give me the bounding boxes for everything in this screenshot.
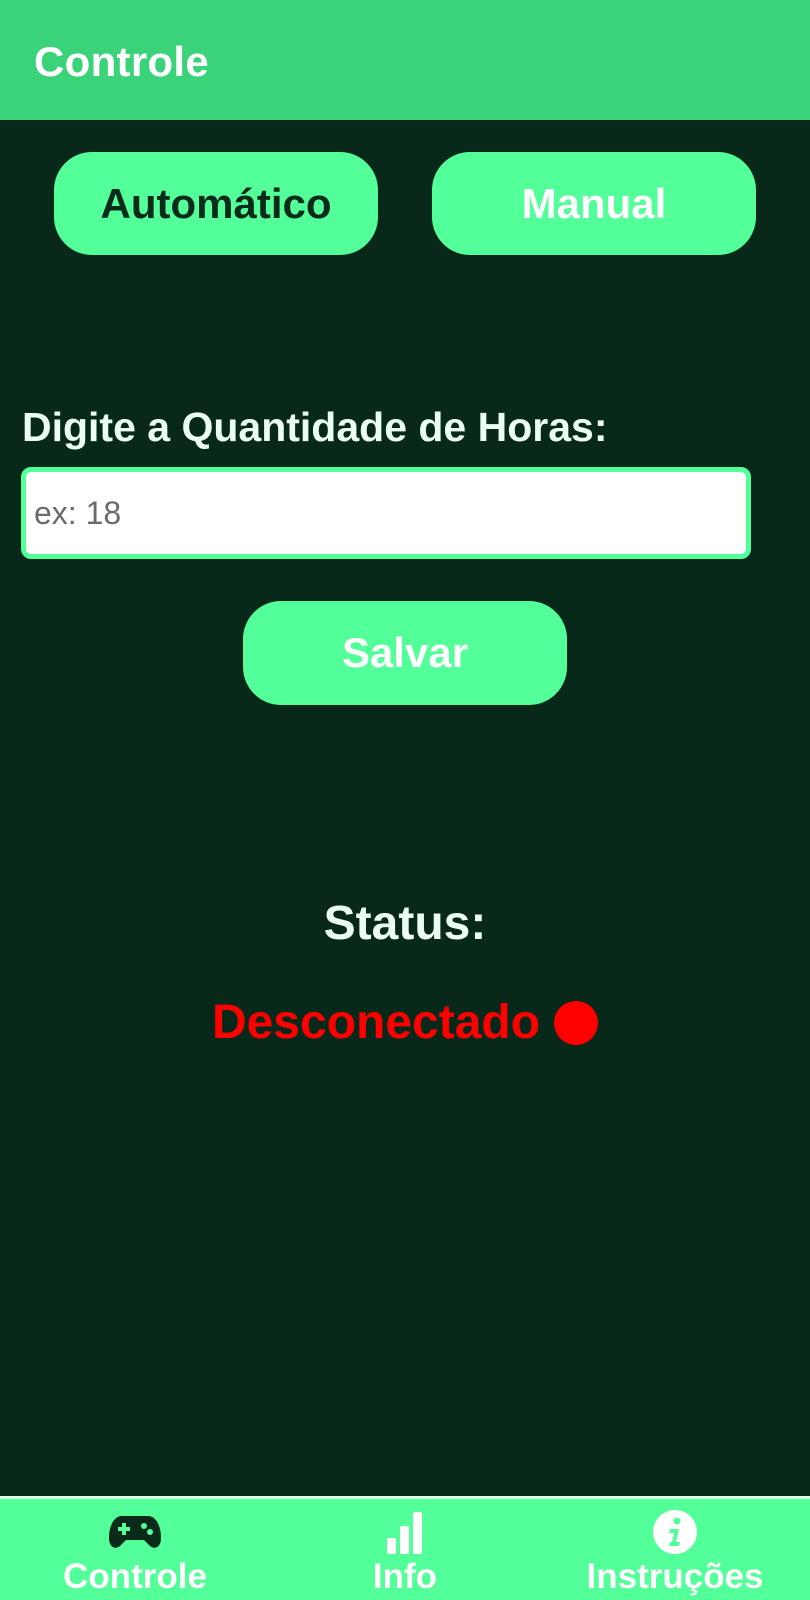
nav-item-info[interactable]: Info [270,1499,540,1600]
automatic-mode-button[interactable]: Automático [54,152,378,255]
nav-label-controle: Controle [63,1557,207,1596]
info-icon [648,1509,702,1555]
hours-input-container [21,467,751,559]
bottom-navigation: Controle Info Instruções [0,1496,810,1600]
status-indicator: Desconectado [0,995,810,1050]
hours-label: Digite a Quantidade de Horas: [22,404,608,450]
hours-input[interactable] [26,472,746,554]
app-bar: Controle [0,0,810,120]
app-screen: Controle Automático Manual Digite a Quan… [0,0,810,1600]
nav-label-instrucoes: Instruções [586,1557,764,1596]
manual-mode-button[interactable]: Manual [432,152,756,255]
nav-item-instrucoes[interactable]: Instruções [540,1499,810,1600]
bar-chart-icon [378,1509,432,1555]
status-label: Status: [323,897,487,950]
gamepad-icon [108,1509,162,1555]
nav-label-info: Info [372,1557,438,1596]
save-button[interactable]: Salvar [243,601,567,705]
status-dot-icon [554,1000,599,1045]
status-value: Desconectado [211,996,541,1049]
nav-item-controle[interactable]: Controle [0,1499,270,1600]
page-title: Controle [34,38,210,85]
